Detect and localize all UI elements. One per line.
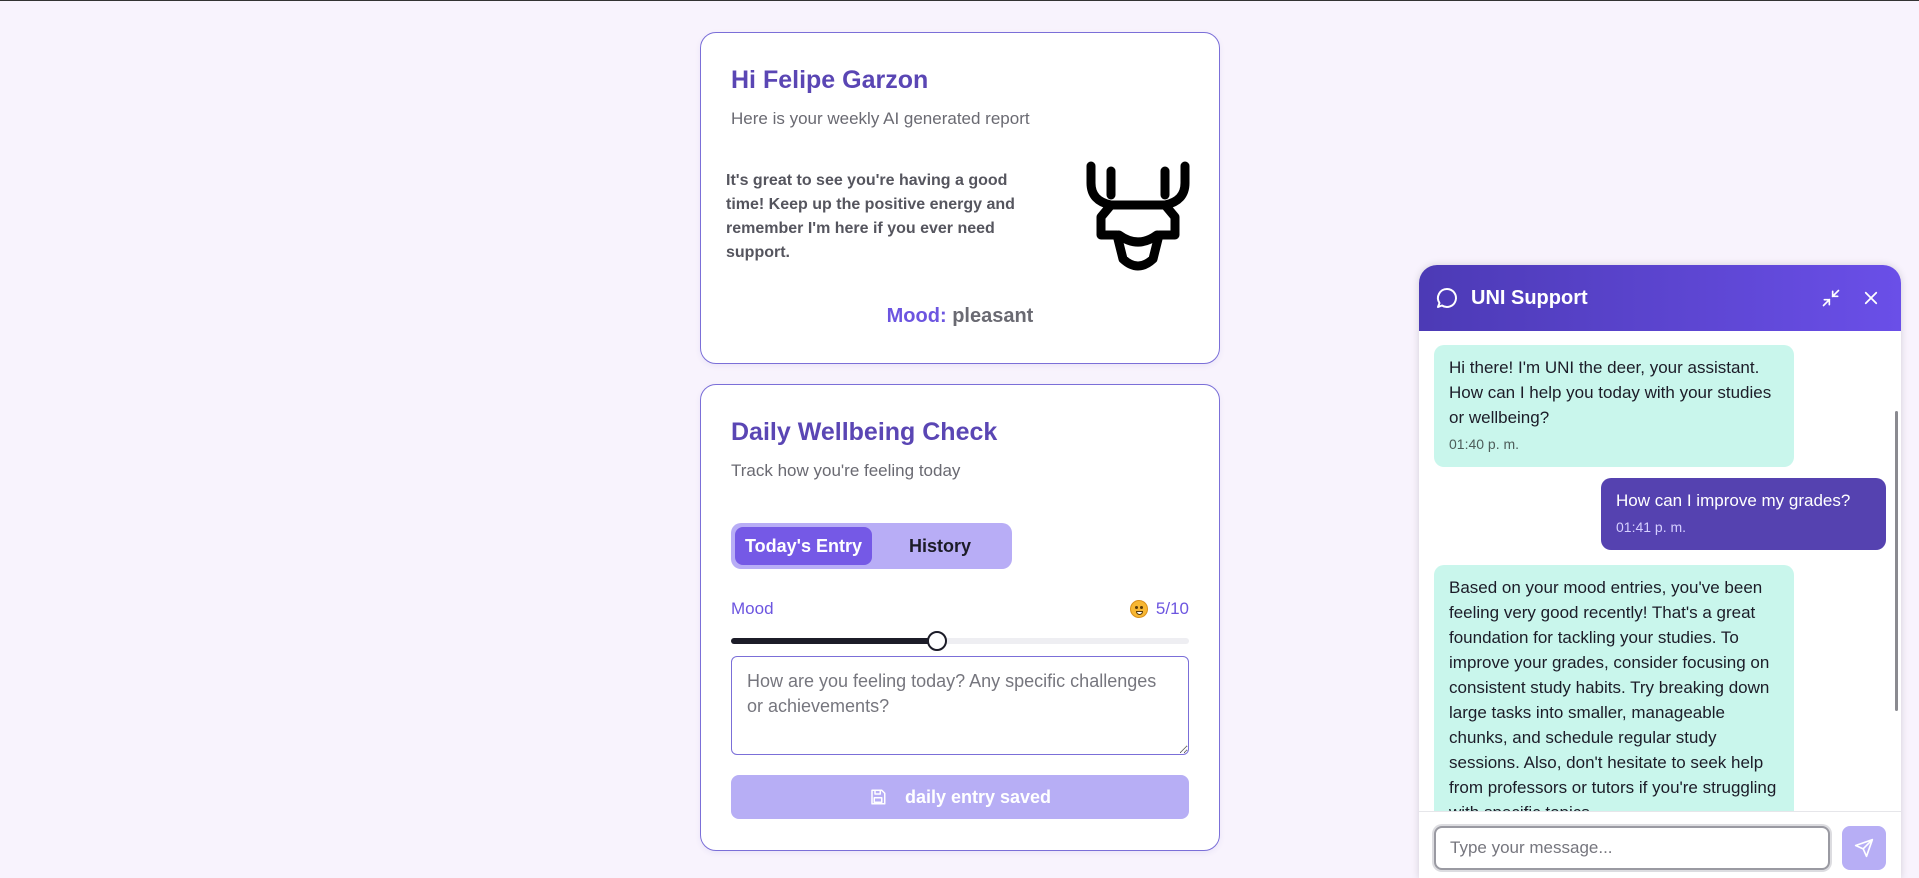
chat-title: UNI Support bbox=[1471, 286, 1588, 309]
minimize-button[interactable] bbox=[1817, 284, 1845, 312]
floppy-disk-icon bbox=[871, 789, 886, 805]
minimize-icon bbox=[1822, 289, 1840, 307]
chat-message-input[interactable] bbox=[1434, 826, 1830, 870]
report-greeting: Hi Felipe Garzon bbox=[731, 66, 929, 94]
report-message: It's great to see you're having a good t… bbox=[726, 172, 1015, 261]
chat-footer bbox=[1419, 811, 1901, 878]
user-message: How can I improve my grades? 01:41 p. m. bbox=[1601, 478, 1886, 550]
chat-header: UNI Support bbox=[1419, 265, 1901, 331]
bot-message: Based on your mood entries, you've been … bbox=[1434, 565, 1794, 811]
chat-bubble-icon bbox=[1436, 287, 1457, 308]
chat-scrollbar[interactable] bbox=[1895, 411, 1898, 711]
tab-todays-entry[interactable]: Today's Entry bbox=[735, 527, 872, 565]
mood-slider-fill bbox=[731, 638, 938, 644]
save-entry-label: daily entry saved bbox=[904, 786, 1052, 807]
send-icon bbox=[1854, 838, 1874, 858]
weekly-report-card: Hi Felipe Garzon Here is your weekly AI … bbox=[700, 32, 1220, 364]
message-text: Based on your mood entries, you've been … bbox=[1449, 578, 1777, 811]
report-mood: Mood: pleasant bbox=[701, 305, 1219, 328]
tab-history[interactable]: History bbox=[872, 527, 1008, 565]
wellbeing-subtitle: Track how you're feeling today bbox=[731, 461, 961, 480]
mood-score: 5/10 bbox=[1155, 599, 1189, 618]
mood-slider-thumb[interactable] bbox=[927, 631, 948, 651]
report-mood-value: pleasant bbox=[952, 305, 1034, 327]
close-icon bbox=[1864, 291, 1878, 305]
message-time: 01:40 p. m. bbox=[1449, 436, 1520, 452]
mood-label: Mood bbox=[731, 599, 774, 618]
message-time: 01:41 p. m. bbox=[1616, 519, 1687, 535]
grinning-face-icon bbox=[1129, 600, 1148, 618]
chat-messages[interactable]: Hi there! I'm UNI the deer, your assista… bbox=[1419, 331, 1901, 811]
message-text: How can I improve my grades? bbox=[1616, 491, 1851, 510]
chat-widget: UNI Support Hi there! I'm UNI the deer, … bbox=[1419, 265, 1901, 878]
send-button[interactable] bbox=[1842, 826, 1886, 870]
report-mood-label: Mood: bbox=[886, 305, 947, 327]
mood-row: Mood 5/10 bbox=[731, 599, 1189, 619]
wellbeing-title: Daily Wellbeing Check bbox=[731, 418, 998, 446]
mood-slider[interactable] bbox=[731, 629, 1189, 653]
entry-tabs: Today's Entry History bbox=[731, 523, 1012, 569]
entry-textarea[interactable] bbox=[731, 656, 1189, 755]
daily-wellbeing-card: Daily Wellbeing Check Track how you're f… bbox=[700, 384, 1220, 851]
save-entry-button[interactable]: daily entry saved bbox=[731, 775, 1189, 819]
deer-head-icon bbox=[1086, 161, 1190, 271]
message-text: Hi there! I'm UNI the deer, your assista… bbox=[1449, 358, 1772, 427]
bot-message: Hi there! I'm UNI the deer, your assista… bbox=[1434, 345, 1794, 467]
mood-rating: 5/10 bbox=[1129, 599, 1189, 619]
report-subtitle: Here is your weekly AI generated report bbox=[731, 109, 1030, 128]
close-button[interactable] bbox=[1857, 284, 1885, 312]
